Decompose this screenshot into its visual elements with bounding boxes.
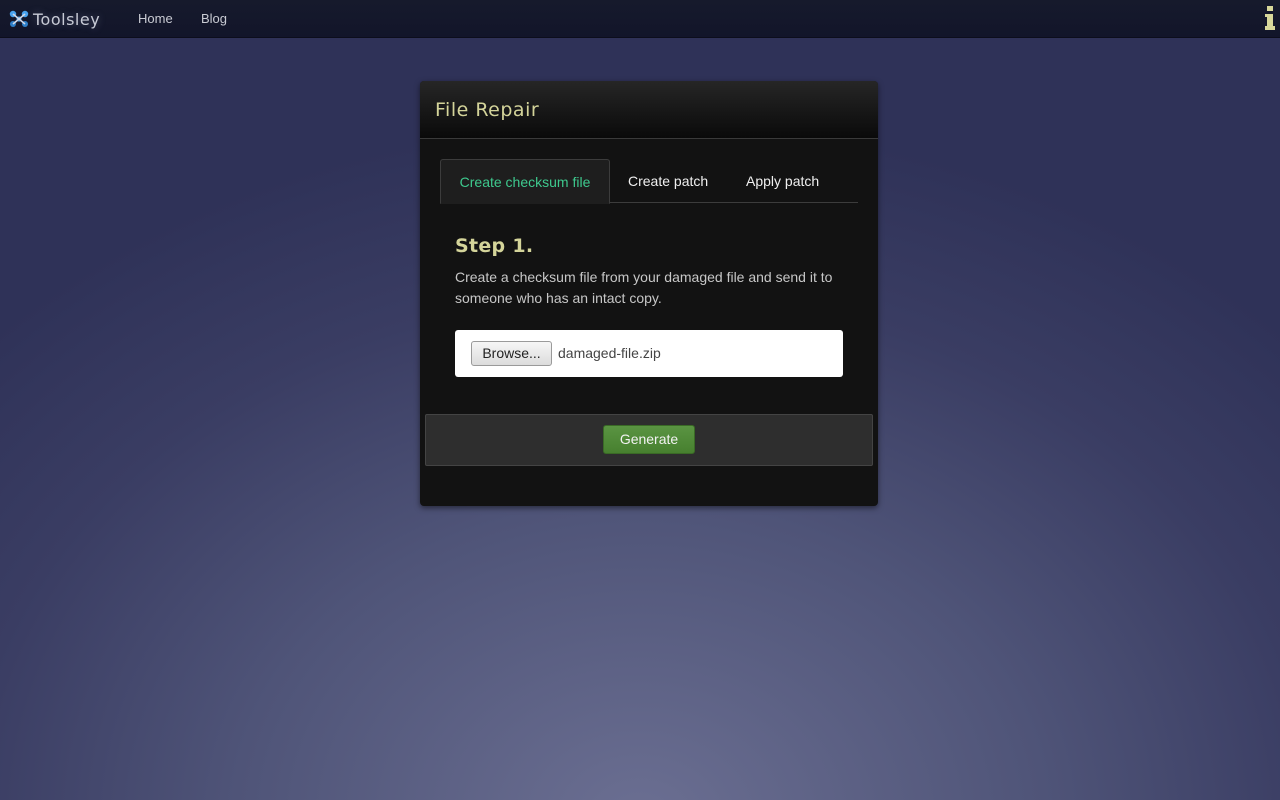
brand-name: Toolsley [33,9,101,29]
generate-button[interactable]: Generate [603,425,695,454]
panel-header: File Repair [420,81,878,139]
toolsley-logo-icon [8,8,30,30]
top-navbar: Toolsley Home Blog [0,0,1280,38]
step-title: Step 1. [455,235,534,257]
info-icon[interactable] [1264,4,1276,32]
brand-link[interactable]: Toolsley [8,8,100,30]
action-bar: Generate [425,414,873,466]
tab-bar: Create checksum file Create patch Apply … [440,159,858,204]
file-input-box: Browse... damaged-file.zip [455,330,843,377]
tab-apply-patch[interactable]: Apply patch [746,159,819,202]
panel-title: File Repair [435,99,540,121]
selected-file-name: damaged-file.zip [558,345,661,361]
file-repair-panel: File Repair Create checksum file Create … [420,81,878,506]
tab-create-checksum-file[interactable]: Create checksum file [440,159,610,204]
nav-link-home[interactable]: Home [138,11,173,26]
nav-link-blog[interactable]: Blog [201,11,227,26]
browse-button[interactable]: Browse... [471,341,552,366]
step-description: Create a checksum file from your damaged… [455,269,833,306]
tab-create-patch[interactable]: Create patch [628,159,708,202]
